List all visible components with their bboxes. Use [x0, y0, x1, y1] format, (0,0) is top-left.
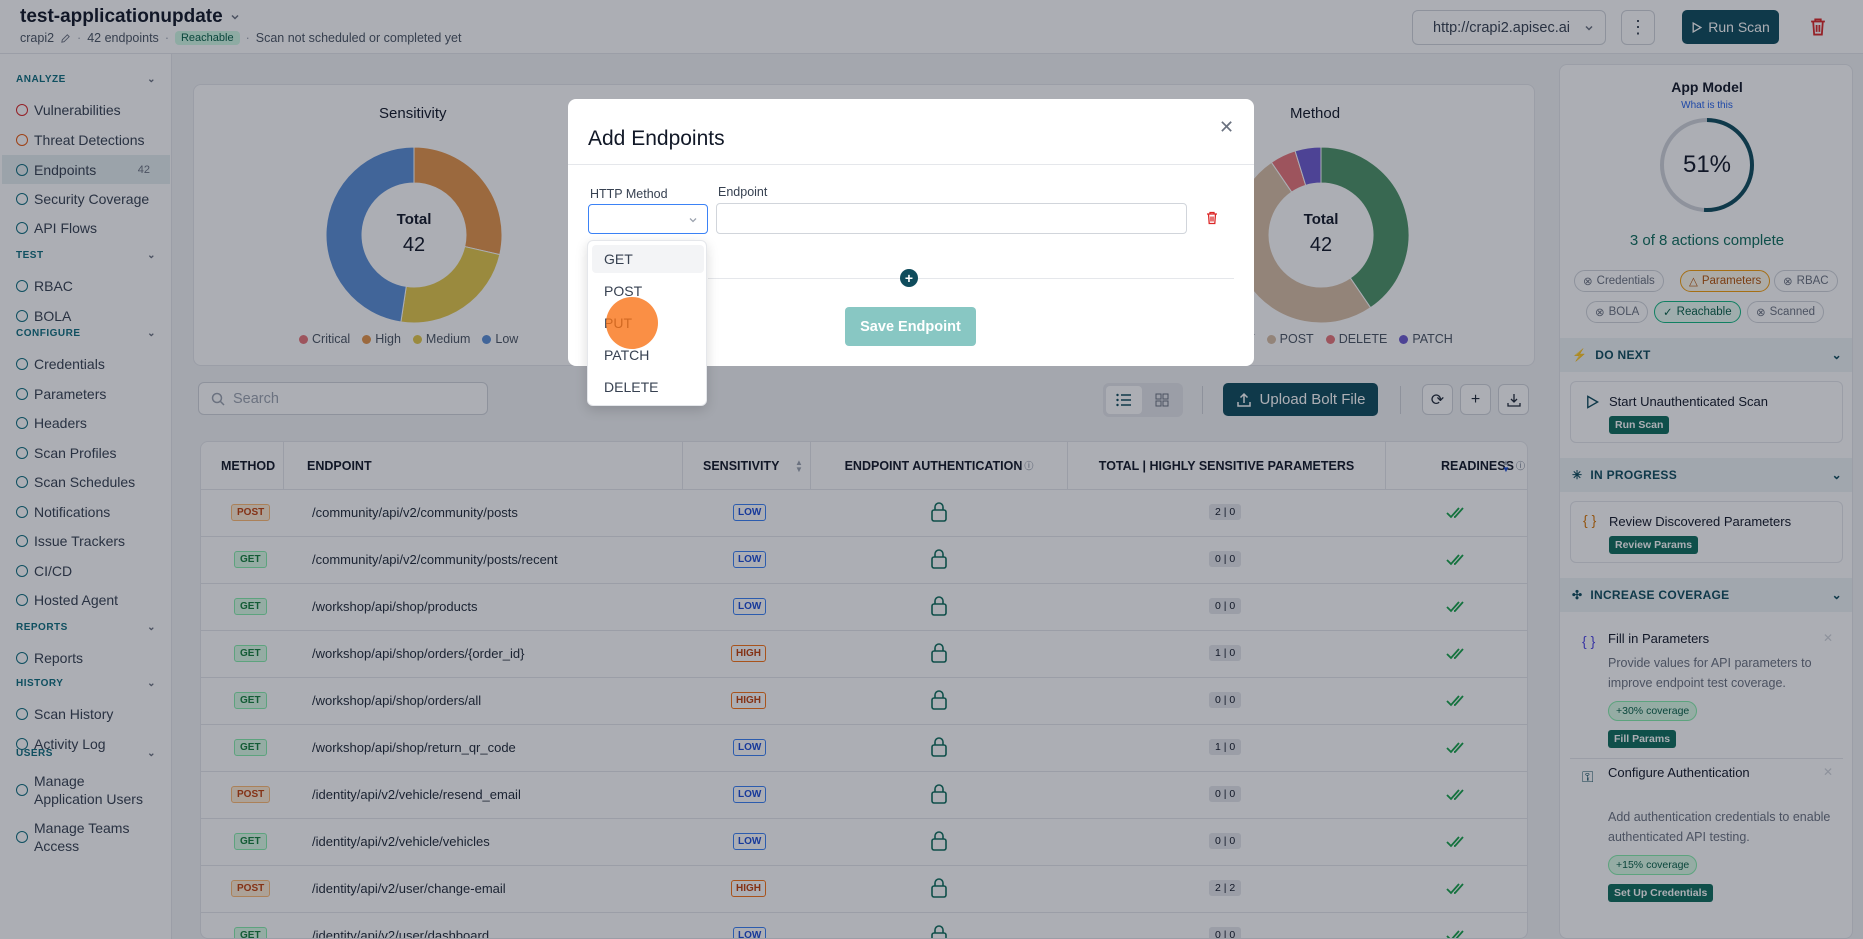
modal-title: Add Endpoints	[588, 127, 725, 150]
delete-row-icon[interactable]	[1204, 210, 1220, 226]
close-modal-icon[interactable]: ✕	[1219, 117, 1234, 138]
option-post[interactable]: POST	[592, 277, 704, 305]
endpoint-input[interactable]	[716, 203, 1187, 234]
endpoint-label: Endpoint	[718, 185, 768, 199]
save-endpoint-button[interactable]: Save Endpoint	[845, 307, 976, 346]
http-method-select[interactable]	[588, 204, 708, 234]
chevron-down-icon	[689, 218, 697, 223]
option-get[interactable]: GET	[592, 245, 704, 273]
option-patch[interactable]: PATCH	[592, 341, 704, 369]
option-delete[interactable]: DELETE	[592, 373, 704, 401]
http-method-label: HTTP Method	[590, 187, 668, 201]
plus-icon: +	[904, 270, 914, 286]
click-indicator	[606, 297, 658, 349]
add-row-button[interactable]: +	[900, 269, 918, 287]
